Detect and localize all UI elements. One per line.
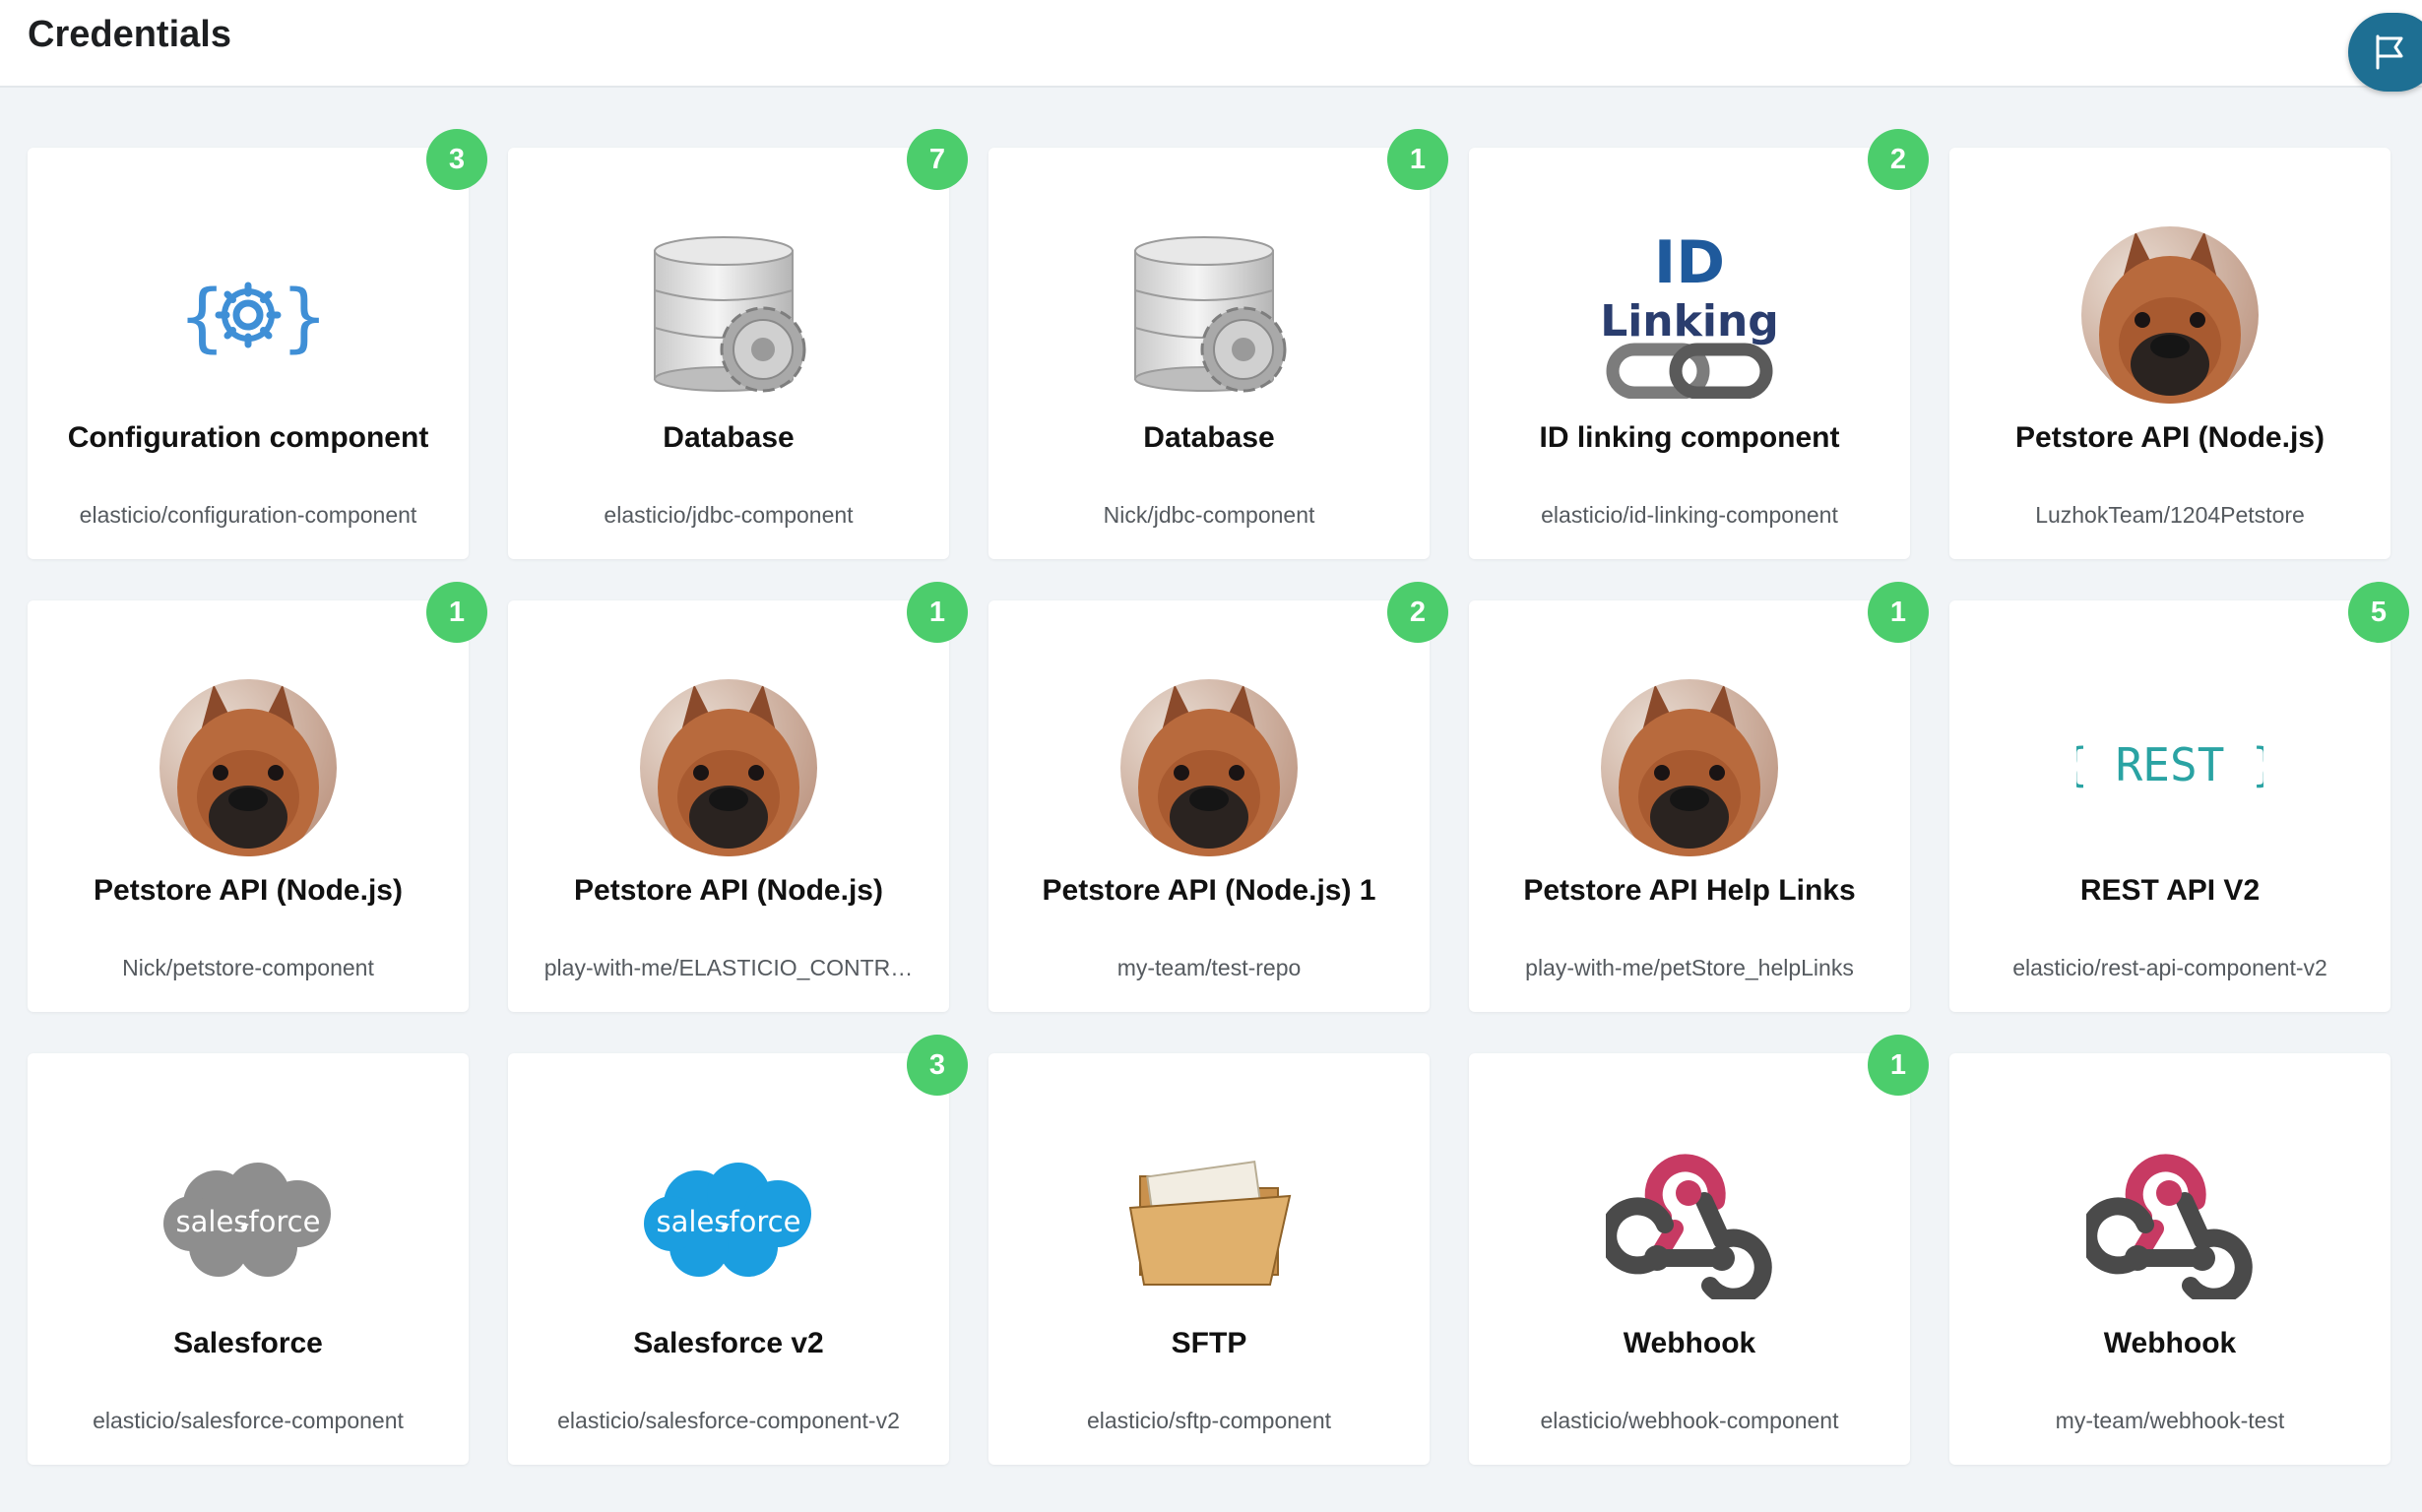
salesforce-blue-icon: salesforce <box>508 1132 949 1309</box>
svg-text:Linking: Linking <box>1600 296 1779 346</box>
credential-card[interactable]: 1 Database Nick/jdbc-component <box>988 129 1448 559</box>
dog-avatar-icon <box>508 679 949 856</box>
folder-icon <box>988 1132 1430 1309</box>
credential-card[interactable]: 1 Petstore API (Node.js) play-with-me/ELA… <box>508 582 968 1012</box>
config-icon: { } <box>28 226 469 404</box>
credential-card[interactable]: 5 { REST } REST API V2 elasticio/rest-api… <box>1949 582 2409 1012</box>
credential-title: Database <box>1143 421 1275 454</box>
credential-repo: my-team/test-repo <box>1116 955 1302 980</box>
credential-title: Salesforce <box>173 1327 323 1359</box>
credential-repo: Nick/petstore-component <box>122 955 374 980</box>
credential-repo: play-with-me/ELASTICIO_CONTR… <box>543 955 914 980</box>
credential-count-badge: 1 <box>426 582 487 643</box>
svg-text:salesforce: salesforce <box>176 1205 321 1238</box>
dog-avatar-icon <box>1469 679 1910 856</box>
dog-avatar-icon <box>1949 226 2390 404</box>
credential-title: Webhook <box>2103 1327 2237 1359</box>
id-linking-icon: ID Linking <box>1469 226 1910 404</box>
credential-repo: play-with-me/petStore_helpLinks <box>1525 955 1854 980</box>
credential-card[interactable]: 2 Petstore API (Node.js) 1 my-team/test-r… <box>988 582 1448 1012</box>
database-icon <box>508 226 949 404</box>
credential-card[interactable]: 7 Database elasticio/jdbc-component <box>508 129 968 559</box>
credential-card[interactable]: Petstore API (Node.js) LuzhokTeam/1204Pet… <box>1949 148 2390 559</box>
webhook-icon <box>1469 1132 1910 1309</box>
credential-title: Petstore API (Node.js) <box>94 874 403 907</box>
credential-title: Petstore API (Node.js) 1 <box>1042 874 1376 907</box>
svg-text:}: } <box>281 273 322 360</box>
credential-title: Database <box>663 421 795 454</box>
svg-text:ID: ID <box>1654 231 1725 297</box>
credential-title: Petstore API (Node.js) <box>2015 421 2325 454</box>
dog-avatar-icon <box>988 679 1430 856</box>
credential-repo: my-team/webhook-test <box>2055 1408 2285 1433</box>
credential-title: Petstore API Help Links <box>1523 874 1856 907</box>
credential-count-badge: 1 <box>907 582 968 643</box>
credential-count-badge: 1 <box>1868 1035 1929 1096</box>
credential-repo: elasticio/configuration-component <box>79 502 417 528</box>
credential-title: Salesforce v2 <box>633 1327 824 1359</box>
credential-repo: elasticio/salesforce-component-v2 <box>557 1408 900 1433</box>
credential-repo: Nick/jdbc-component <box>1103 502 1315 528</box>
credential-card[interactable]: salesforce Salesforce elasticio/salesforc… <box>28 1053 469 1465</box>
credential-repo: elasticio/id-linking-component <box>1541 502 1838 528</box>
credential-repo: elasticio/salesforce-component <box>93 1408 404 1433</box>
credential-count-badge: 2 <box>1868 129 1929 190</box>
credential-title: SFTP <box>1171 1327 1247 1359</box>
credentials-grid: 3 { } Configuration component elasticio/c… <box>28 129 2409 1465</box>
credential-repo: elasticio/rest-api-component-v2 <box>2012 955 2327 980</box>
credential-count-badge: 1 <box>1387 129 1448 190</box>
credential-repo: LuzhokTeam/1204Petstore <box>2035 502 2305 528</box>
webhook-icon <box>1949 1132 2390 1309</box>
credential-repo: elasticio/webhook-component <box>1540 1408 1839 1433</box>
dog-avatar-icon <box>28 679 469 856</box>
page-title: Credentials <box>28 14 231 55</box>
credential-count-badge: 5 <box>2348 582 2409 643</box>
credential-card[interactable]: Webhook my-team/webhook-test <box>1949 1053 2390 1465</box>
salesforce-gray-icon: salesforce <box>28 1132 469 1309</box>
svg-text:salesforce: salesforce <box>657 1205 801 1238</box>
credential-card[interactable]: 3 salesforce Salesforce v2 elasticio/sale… <box>508 1035 968 1465</box>
flag-icon <box>2376 34 2403 70</box>
credential-count-badge: 1 <box>1868 582 1929 643</box>
credential-count-badge: 7 <box>907 129 968 190</box>
credential-card[interactable]: 1 Petstore API (Node.js) Nick/petstore-co… <box>28 582 487 1012</box>
database-icon <box>988 226 1430 404</box>
credential-title: ID linking component <box>1539 421 1840 454</box>
credential-repo: elasticio/sftp-component <box>1086 1408 1331 1433</box>
credential-title: Petstore API (Node.js) <box>574 874 883 907</box>
top-bar: Credentials <box>0 0 2422 88</box>
credential-count-badge: 2 <box>1387 582 1448 643</box>
credential-title: REST API V2 <box>2079 874 2261 907</box>
credential-repo: elasticio/jdbc-component <box>604 502 854 528</box>
credential-title: Webhook <box>1623 1327 1756 1359</box>
credential-card[interactable]: 1 Petstore API Help Links play-with-me/pe… <box>1469 582 1929 1012</box>
credential-card[interactable]: SFTP elasticio/sftp-component <box>988 1053 1430 1465</box>
credential-card[interactable]: 1 Webhook elasticio/webhook-component <box>1469 1035 1929 1465</box>
credential-count-badge: 3 <box>907 1035 968 1096</box>
credential-title: Configuration component <box>67 421 429 454</box>
svg-text:{ REST }: { REST } <box>2076 738 2263 791</box>
feedback-button[interactable] <box>2348 13 2422 92</box>
rest-icon: { REST } <box>1949 679 2390 856</box>
credential-card[interactable]: 3 { } Configuration component elasticio/c… <box>28 129 487 559</box>
credential-card[interactable]: 2 ID Linking ID linking component elastic… <box>1469 129 1929 559</box>
credential-count-badge: 3 <box>426 129 487 190</box>
